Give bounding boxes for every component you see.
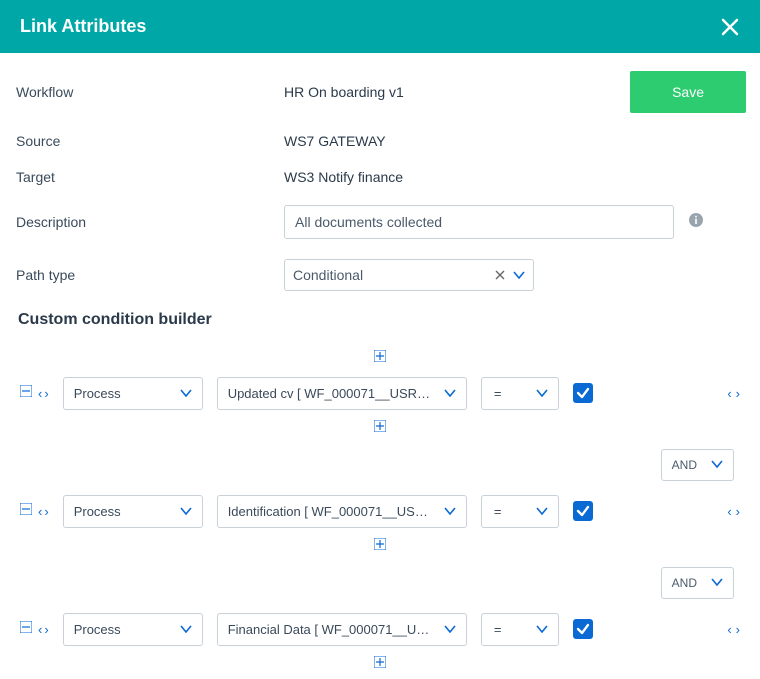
row-path-type: Path type Conditional [14, 259, 746, 291]
save-button[interactable]: Save [630, 71, 746, 113]
row-source: Source WS7 GATEWAY [14, 133, 746, 149]
chevron-right-icon[interactable]: › [736, 622, 740, 637]
condition-row: ‹ › Process Identification [ WF_000071__… [20, 491, 740, 531]
chevron-down-icon[interactable] [444, 622, 456, 637]
value-target: WS3 Notify finance [284, 169, 746, 185]
description-input[interactable] [284, 205, 674, 239]
value-source: WS7 GATEWAY [284, 133, 746, 149]
builder-title: Custom condition builder [14, 311, 746, 329]
field-value: Updated cv [ WF_000071__USR_U... [228, 386, 436, 401]
operator-select[interactable]: = [481, 613, 559, 646]
label-source: Source [14, 133, 284, 149]
chevron-down-icon[interactable] [180, 622, 192, 637]
modal-title: Link Attributes [20, 16, 146, 37]
chevron-right-icon[interactable]: › [44, 504, 48, 519]
condition-builder: ‹ › Process Updated cv [ WF_000071__USR_… [14, 349, 746, 673]
chevron-left-icon[interactable]: ‹ [38, 386, 42, 401]
modal-header: Link Attributes [0, 0, 760, 53]
operator-select[interactable]: = [481, 377, 559, 410]
add-condition-icon[interactable] [374, 349, 386, 367]
connector-value: AND [672, 576, 697, 590]
chevron-down-icon[interactable] [711, 458, 723, 472]
field-select[interactable]: Updated cv [ WF_000071__USR_U... [217, 377, 467, 410]
remove-row-icon[interactable] [20, 620, 32, 638]
label-workflow: Workflow [14, 84, 284, 100]
value-checkbox[interactable] [573, 501, 593, 521]
path-type-select[interactable]: Conditional [284, 259, 534, 291]
field-value: Financial Data [ WF_000071__USR... [228, 622, 437, 637]
scope-select[interactable]: Process [63, 377, 203, 410]
chevron-down-icon[interactable] [180, 386, 192, 401]
chevron-down-icon[interactable] [536, 386, 548, 401]
row-description: Description [14, 205, 746, 239]
chevron-right-icon[interactable]: › [44, 622, 48, 637]
value-checkbox[interactable] [573, 383, 593, 403]
label-description: Description [14, 214, 284, 230]
field-select[interactable]: Identification [ WF_000071__USR_... [217, 495, 467, 528]
chevron-left-icon[interactable]: ‹ [727, 622, 731, 637]
row-workflow: Workflow HR On boarding v1 Save [14, 71, 746, 113]
field-select[interactable]: Financial Data [ WF_000071__USR... [217, 613, 467, 646]
chevron-down-icon[interactable] [536, 504, 548, 519]
remove-row-icon[interactable] [20, 502, 32, 520]
chevron-down-icon[interactable] [711, 576, 723, 590]
add-condition-icon[interactable] [374, 655, 386, 673]
chevron-left-icon[interactable]: ‹ [38, 504, 42, 519]
chevron-down-icon[interactable] [444, 504, 456, 519]
modal-body: Workflow HR On boarding v1 Save Source W… [0, 53, 760, 673]
chevron-down-icon[interactable] [180, 504, 192, 519]
field-value: Identification [ WF_000071__USR_... [228, 504, 436, 519]
path-type-value: Conditional [293, 267, 363, 283]
chevron-right-icon[interactable]: › [736, 386, 740, 401]
chevron-right-icon[interactable]: › [44, 386, 48, 401]
info-icon[interactable] [688, 212, 704, 233]
close-icon[interactable] [720, 17, 740, 37]
row-target: Target WS3 Notify finance [14, 169, 746, 185]
chevron-left-icon[interactable]: ‹ [727, 504, 731, 519]
label-path-type: Path type [14, 267, 284, 283]
label-target: Target [14, 169, 284, 185]
remove-row-icon[interactable] [20, 384, 32, 402]
connector-value: AND [672, 458, 697, 472]
value-checkbox[interactable] [573, 619, 593, 639]
connector-select[interactable]: AND [661, 567, 734, 599]
value-workflow: HR On boarding v1 [284, 84, 630, 100]
scope-value: Process [74, 386, 121, 401]
operator-value: = [492, 386, 504, 401]
clear-icon[interactable] [495, 267, 505, 283]
operator-value: = [492, 504, 504, 519]
scope-select[interactable]: Process [63, 613, 203, 646]
chevron-down-icon[interactable] [536, 622, 548, 637]
connector-select[interactable]: AND [661, 449, 734, 481]
chevron-down-icon[interactable] [444, 386, 456, 401]
chevron-right-icon[interactable]: › [736, 504, 740, 519]
chevron-left-icon[interactable]: ‹ [38, 622, 42, 637]
add-condition-icon[interactable] [374, 537, 386, 555]
scope-select[interactable]: Process [63, 495, 203, 528]
chevron-down-icon[interactable] [513, 267, 525, 283]
chevron-left-icon[interactable]: ‹ [727, 386, 731, 401]
scope-value: Process [74, 504, 121, 519]
condition-row: ‹ › Process Financial Data [ WF_000071__… [20, 609, 740, 649]
scope-value: Process [74, 622, 121, 637]
operator-select[interactable]: = [481, 495, 559, 528]
add-condition-icon[interactable] [374, 419, 386, 437]
condition-row: ‹ › Process Updated cv [ WF_000071__USR_… [20, 373, 740, 413]
operator-value: = [492, 622, 504, 637]
